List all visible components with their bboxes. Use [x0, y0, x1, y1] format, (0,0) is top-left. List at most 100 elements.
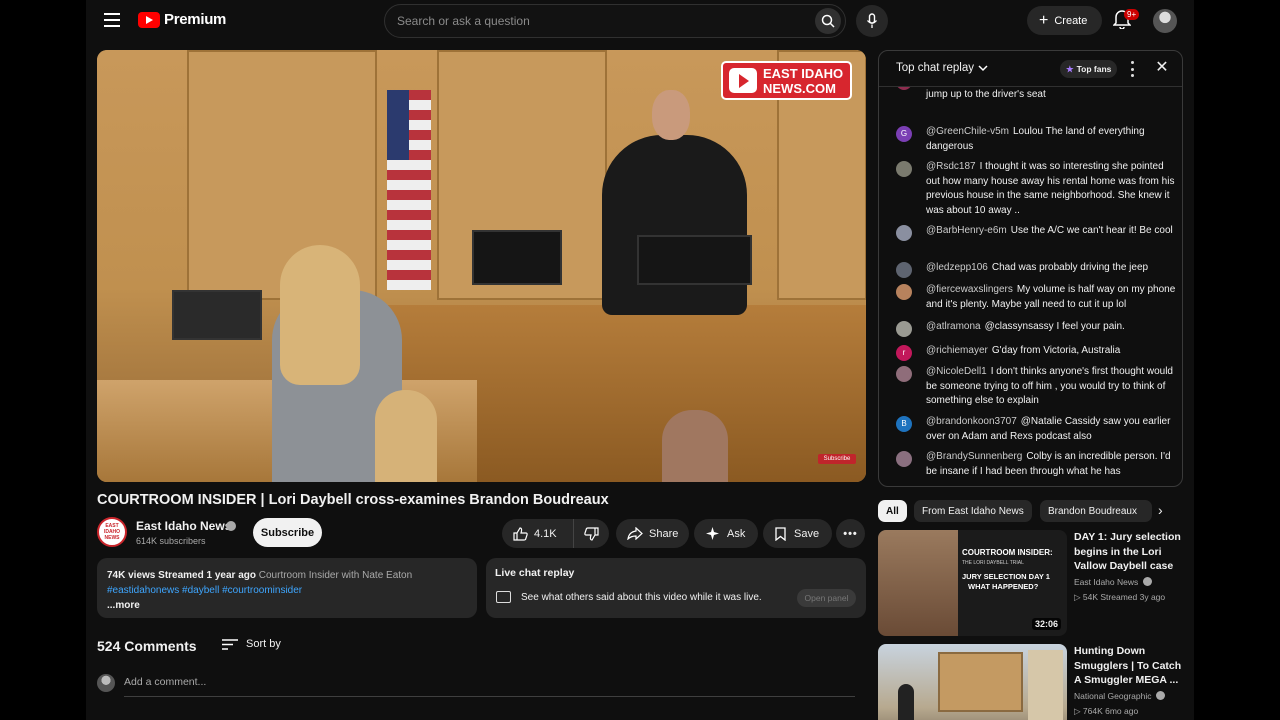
chat-avatar[interactable]: [896, 87, 912, 90]
thumbnail-subheading: THE LORI DAYBELL TRIAL: [962, 560, 1024, 566]
description-box[interactable]: 74K views Streamed 1 year ago Courtroom …: [97, 558, 477, 618]
chip-topic[interactable]: Brandon Boudreaux: [1040, 500, 1152, 522]
chat-author[interactable]: @GreenChile-v5m: [926, 126, 1009, 137]
chat-avatar[interactable]: [896, 262, 912, 278]
chip-from-channel[interactable]: From East Idaho News: [914, 500, 1032, 522]
recommended-channel: National Geographic: [1074, 689, 1165, 703]
recommended-video[interactable]: Hunting Down Smugglers | To Catch A Smug…: [878, 644, 1183, 720]
like-button[interactable]: 4.1K: [502, 519, 574, 548]
chat-message-body: @atlramona @classynsassy I feel your pain…: [926, 320, 1176, 335]
live-play-icon: ▷: [1074, 592, 1083, 602]
video-flag: [387, 90, 431, 290]
voice-search-button[interactable]: [856, 5, 888, 37]
open-panel-button[interactable]: Open panel: [797, 589, 856, 607]
thumbnail-line2: WHAT HAPPENED?: [968, 582, 1039, 591]
menu-icon[interactable]: [104, 13, 120, 27]
chat-more-icon[interactable]: [1129, 61, 1135, 77]
share-button[interactable]: Share: [616, 519, 689, 548]
top-fans-button[interactable]: ★ Top fans: [1060, 60, 1118, 78]
recommended-title[interactable]: DAY 1: Jury selection begins in the Lori…: [1074, 530, 1184, 574]
chat-avatar[interactable]: [896, 321, 912, 337]
chat-header: Top chat replay ★ Top fans ✕: [879, 51, 1182, 87]
sparkle-icon: [706, 527, 719, 540]
chat-author[interactable]: @brandonkoon3707: [926, 416, 1017, 427]
chat-message-body: @BarbHenry-e6m Use the A/C we can't hear …: [926, 224, 1176, 239]
video-judge-head: [652, 90, 690, 140]
hashtags[interactable]: #eastidahonews #daybell #courtroominside…: [107, 583, 467, 598]
chat-message: B @brandonkoon3707 @Natalie Cassidy saw yo…: [896, 415, 1176, 444]
chevron-right-icon[interactable]: ›: [1158, 502, 1163, 518]
bookmark-icon: [775, 526, 786, 541]
chat-title: Top chat replay: [896, 62, 974, 74]
ask-button[interactable]: Ask: [694, 519, 758, 548]
recommended-stats-text: 764K 6mo ago: [1082, 706, 1139, 716]
video-title: COURTROOM INSIDER | Lori Daybell cross-e…: [97, 492, 609, 508]
close-icon[interactable]: ✕: [1153, 59, 1171, 77]
channel-name[interactable]: East Idaho News: [136, 519, 231, 533]
sort-by-button[interactable]: Sort by: [222, 638, 281, 650]
thumbnail-heading: COURTROOM INSIDER:: [962, 548, 1053, 557]
video-player[interactable]: EAST IDAHO NEWS.COM Subscribe: [97, 50, 866, 482]
recommended-channel-name: National Geographic: [1074, 691, 1152, 701]
chat-author[interactable]: @atlramona: [926, 321, 981, 332]
chat-author[interactable]: @NicoleDell1: [926, 366, 987, 377]
chat-author[interactable]: @Rsdc187: [926, 161, 976, 172]
more-actions-button[interactable]: •••: [836, 519, 865, 548]
chip-all[interactable]: All: [878, 500, 907, 522]
video-monitor: [172, 290, 262, 340]
chat-avatar[interactable]: [896, 161, 912, 177]
chat-author[interactable]: @richiemayer: [926, 345, 988, 356]
sort-icon: [222, 638, 238, 650]
video-duration: 32:06: [1031, 618, 1061, 630]
chat-message: @BarbHenry-e6m Use the A/C we can't hear …: [896, 224, 1176, 241]
chat-message-body: possible Alex was alone and had space an…: [926, 87, 1176, 102]
youtube-logo[interactable]: Premium: [138, 11, 226, 28]
chat-avatar[interactable]: [896, 284, 912, 300]
chat-text: Chad was probably driving the jeep: [991, 262, 1149, 273]
create-button[interactable]: + Create: [1027, 6, 1102, 35]
chat-author[interactable]: @BarbHenry-e6m: [926, 225, 1007, 236]
chat-avatar[interactable]: [896, 451, 912, 467]
video-thumbnail[interactable]: COURTROOM INSIDER: THE LORI DAYBELL TRIA…: [878, 530, 1067, 636]
live-chat-title: Live chat replay: [495, 567, 575, 579]
video-monitor: [472, 230, 562, 285]
chat-avatar[interactable]: [896, 225, 912, 241]
chat-text: possible Alex was alone and had space an…: [926, 88, 1046, 100]
chat-author[interactable]: @ledzepp106: [926, 262, 988, 273]
plus-icon: +: [1039, 11, 1049, 29]
chat-mode-dropdown[interactable]: Top chat replay: [896, 62, 988, 74]
dislike-button[interactable]: [574, 519, 609, 548]
microphone-icon: [866, 13, 878, 28]
chat-author[interactable]: @BrandySunnenberg: [926, 451, 1022, 462]
search-button[interactable]: [815, 8, 841, 34]
video-thumbnail[interactable]: [878, 644, 1067, 720]
show-more-link[interactable]: ...more: [107, 598, 467, 613]
verified-icon: [1142, 577, 1152, 586]
chat-message-body: @richiemayer G'day from Victoria, Austral…: [926, 344, 1176, 359]
thumbnail-crates: [938, 652, 1023, 712]
comments-count: 524 Comments: [97, 638, 197, 654]
channel-avatar[interactable]: EAST IDAHO NEWS: [97, 517, 127, 547]
chat-avatar[interactable]: B: [896, 416, 912, 432]
chat-avatar[interactable]: r: [896, 345, 912, 361]
chat-message-body: @NicoleDell1 I don't thinks anyone's firs…: [926, 365, 1176, 409]
subscribe-button[interactable]: Subscribe: [253, 518, 322, 547]
chat-avatar[interactable]: G: [896, 126, 912, 142]
search-input[interactable]: [397, 5, 797, 37]
chat-avatar[interactable]: [896, 366, 912, 382]
recommended-title[interactable]: Hunting Down Smugglers | To Catch A Smug…: [1074, 644, 1184, 688]
account-avatar[interactable]: [1153, 9, 1177, 33]
chat-message: @ledzepp106 Chad was probably driving the…: [896, 261, 1176, 278]
watermark-play-icon: [729, 68, 757, 93]
video-attendee-head: [662, 410, 728, 482]
chevron-down-icon: [978, 64, 988, 71]
save-button[interactable]: Save: [763, 519, 832, 548]
chat-author[interactable]: @fiercewaxslingers: [926, 284, 1013, 295]
add-comment-input[interactable]: Add a comment...: [124, 676, 855, 697]
thumbnail-person: [898, 684, 914, 720]
chat-text: G'day from Victoria, Australia: [991, 345, 1121, 356]
user-avatar: [97, 674, 115, 692]
recommended-video[interactable]: COURTROOM INSIDER: THE LORI DAYBELL TRIA…: [878, 530, 1183, 636]
like-dislike-group: 4.1K: [502, 519, 609, 548]
search-box: [384, 4, 846, 38]
